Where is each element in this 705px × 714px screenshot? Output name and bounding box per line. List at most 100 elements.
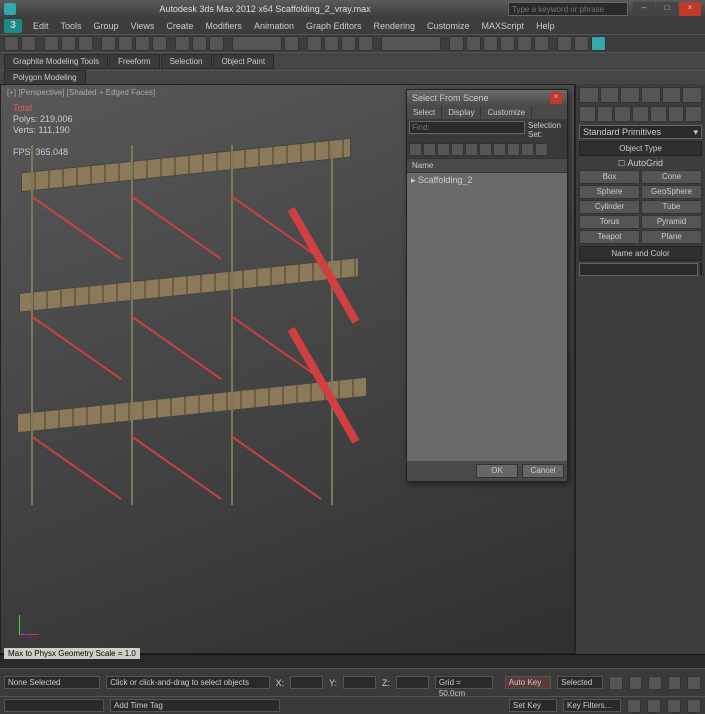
- autokey-button[interactable]: Auto Key: [505, 676, 551, 689]
- named-sel-dropdown[interactable]: [381, 36, 441, 51]
- prev-frame-icon[interactable]: [629, 676, 643, 690]
- filter-helpers-icon[interactable]: [465, 143, 478, 156]
- dialog-tab-display[interactable]: Display: [442, 106, 481, 119]
- menu-tools[interactable]: Tools: [56, 21, 87, 31]
- dialog-titlebar[interactable]: Select From Scene ×: [407, 90, 567, 106]
- rendered-frame-button[interactable]: [574, 36, 589, 51]
- keyfilters-button[interactable]: Key Filters...: [563, 699, 621, 712]
- move-button[interactable]: [175, 36, 190, 51]
- maximize-button[interactable]: □: [656, 2, 678, 16]
- create-tab-icon[interactable]: [579, 87, 599, 103]
- snap-button[interactable]: [307, 36, 322, 51]
- menu-rendering[interactable]: Rendering: [369, 21, 421, 31]
- dialog-tab-select[interactable]: Select: [407, 106, 442, 119]
- filter-spacewarps-icon[interactable]: [479, 143, 492, 156]
- menu-help[interactable]: Help: [531, 21, 560, 31]
- shapes-icon[interactable]: [597, 106, 614, 122]
- goto-end-icon[interactable]: [687, 676, 701, 690]
- curve-editor-button[interactable]: [500, 36, 515, 51]
- color-swatch[interactable]: [700, 263, 702, 275]
- refcoord-dropdown[interactable]: [232, 36, 282, 51]
- cancel-button[interactable]: Cancel: [522, 464, 564, 478]
- viewport-label[interactable]: [+] [Perspective] [Shaded + Edged Faces]: [7, 88, 155, 97]
- systems-icon[interactable]: [685, 106, 702, 122]
- prim-box[interactable]: Box: [579, 170, 640, 184]
- pan-icon[interactable]: [627, 699, 641, 713]
- coord-x-input[interactable]: [290, 676, 323, 689]
- rollout-name-color[interactable]: Name and Color: [579, 246, 702, 261]
- rollout-object-type[interactable]: Object Type: [579, 141, 702, 156]
- utilities-tab-icon[interactable]: [682, 87, 702, 103]
- schematic-button[interactable]: [517, 36, 532, 51]
- maxscript-input[interactable]: [4, 699, 104, 712]
- filter-lights-icon[interactable]: [437, 143, 450, 156]
- menu-edit[interactable]: Edit: [28, 21, 54, 31]
- undo-button[interactable]: [4, 36, 19, 51]
- menu-views[interactable]: Views: [126, 21, 160, 31]
- filter-groups-icon[interactable]: [493, 143, 506, 156]
- geometry-icon[interactable]: [579, 106, 596, 122]
- select-region-button[interactable]: [135, 36, 150, 51]
- render-button[interactable]: [591, 36, 606, 51]
- help-search-input[interactable]: [508, 2, 628, 16]
- bind-spacewarp-button[interactable]: [78, 36, 93, 51]
- ok-button[interactable]: OK: [476, 464, 518, 478]
- link-button[interactable]: [44, 36, 59, 51]
- layers-button[interactable]: [483, 36, 498, 51]
- filter-xrefs-icon[interactable]: [507, 143, 520, 156]
- ribbon-tab-selection[interactable]: Selection: [161, 54, 212, 69]
- prim-teapot[interactable]: Teapot: [579, 230, 640, 244]
- modify-tab-icon[interactable]: [600, 87, 620, 103]
- render-setup-button[interactable]: [557, 36, 572, 51]
- scale-button[interactable]: [209, 36, 224, 51]
- ribbon-tab-objectpaint[interactable]: Object Paint: [213, 54, 275, 69]
- prim-geosphere[interactable]: GeoSphere: [641, 185, 702, 199]
- prim-tube[interactable]: Tube: [641, 200, 702, 214]
- maximize-viewport-icon[interactable]: [687, 699, 701, 713]
- coord-z-input[interactable]: [396, 676, 429, 689]
- dialog-close-button[interactable]: ×: [550, 92, 562, 104]
- ribbon-panel-polygon[interactable]: Polygon Modeling: [4, 70, 86, 85]
- play-icon[interactable]: [648, 676, 662, 690]
- setkey-button[interactable]: Set Key: [509, 699, 557, 712]
- display-tab-icon[interactable]: [662, 87, 682, 103]
- viewport-perspective[interactable]: [+] [Perspective] [Shaded + Edged Faces]…: [0, 84, 575, 654]
- spinner-snap-button[interactable]: [358, 36, 373, 51]
- list-header[interactable]: Name: [407, 158, 567, 173]
- menu-create[interactable]: Create: [161, 21, 198, 31]
- window-crossing-button[interactable]: [152, 36, 167, 51]
- app-menu-button[interactable]: 3: [4, 19, 22, 33]
- helpers-icon[interactable]: [650, 106, 667, 122]
- filter-cameras-icon[interactable]: [451, 143, 464, 156]
- autogrid-checkbox[interactable]: ☐ AutoGrid: [579, 156, 702, 170]
- angle-snap-button[interactable]: [324, 36, 339, 51]
- unlink-button[interactable]: [61, 36, 76, 51]
- goto-start-icon[interactable]: [609, 676, 623, 690]
- motion-tab-icon[interactable]: [641, 87, 661, 103]
- mirror-button[interactable]: [449, 36, 464, 51]
- addtag-button[interactable]: Add Time Tag: [110, 699, 280, 712]
- dialog-tab-customize[interactable]: Customize: [481, 106, 532, 119]
- spacewarps-icon[interactable]: [668, 106, 685, 122]
- ribbon-tab-modeling[interactable]: Graphite Modeling Tools: [4, 54, 108, 69]
- select-from-scene-dialog[interactable]: Select From Scene × Select Display Custo…: [406, 89, 568, 482]
- percent-snap-button[interactable]: [341, 36, 356, 51]
- category-dropdown[interactable]: Standard Primitives▾: [579, 125, 702, 139]
- minimize-button[interactable]: –: [633, 2, 655, 16]
- menu-customize[interactable]: Customize: [422, 21, 475, 31]
- next-frame-icon[interactable]: [668, 676, 682, 690]
- redo-button[interactable]: [21, 36, 36, 51]
- menu-modifiers[interactable]: Modifiers: [200, 21, 247, 31]
- menu-grapheditors[interactable]: Graph Editors: [301, 21, 367, 31]
- menu-maxscript[interactable]: MAXScript: [477, 21, 530, 31]
- prim-cylinder[interactable]: Cylinder: [579, 200, 640, 214]
- hierarchy-tab-icon[interactable]: [620, 87, 640, 103]
- coord-y-input[interactable]: [343, 676, 376, 689]
- filter-geometry-icon[interactable]: [409, 143, 422, 156]
- prim-torus[interactable]: Torus: [579, 215, 640, 229]
- ribbon-tab-freeform[interactable]: Freeform: [109, 54, 159, 69]
- select-button[interactable]: [101, 36, 116, 51]
- find-input[interactable]: [409, 121, 525, 134]
- filter-frozen-icon[interactable]: [535, 143, 548, 156]
- list-item[interactable]: Scaffolding_2: [411, 175, 563, 186]
